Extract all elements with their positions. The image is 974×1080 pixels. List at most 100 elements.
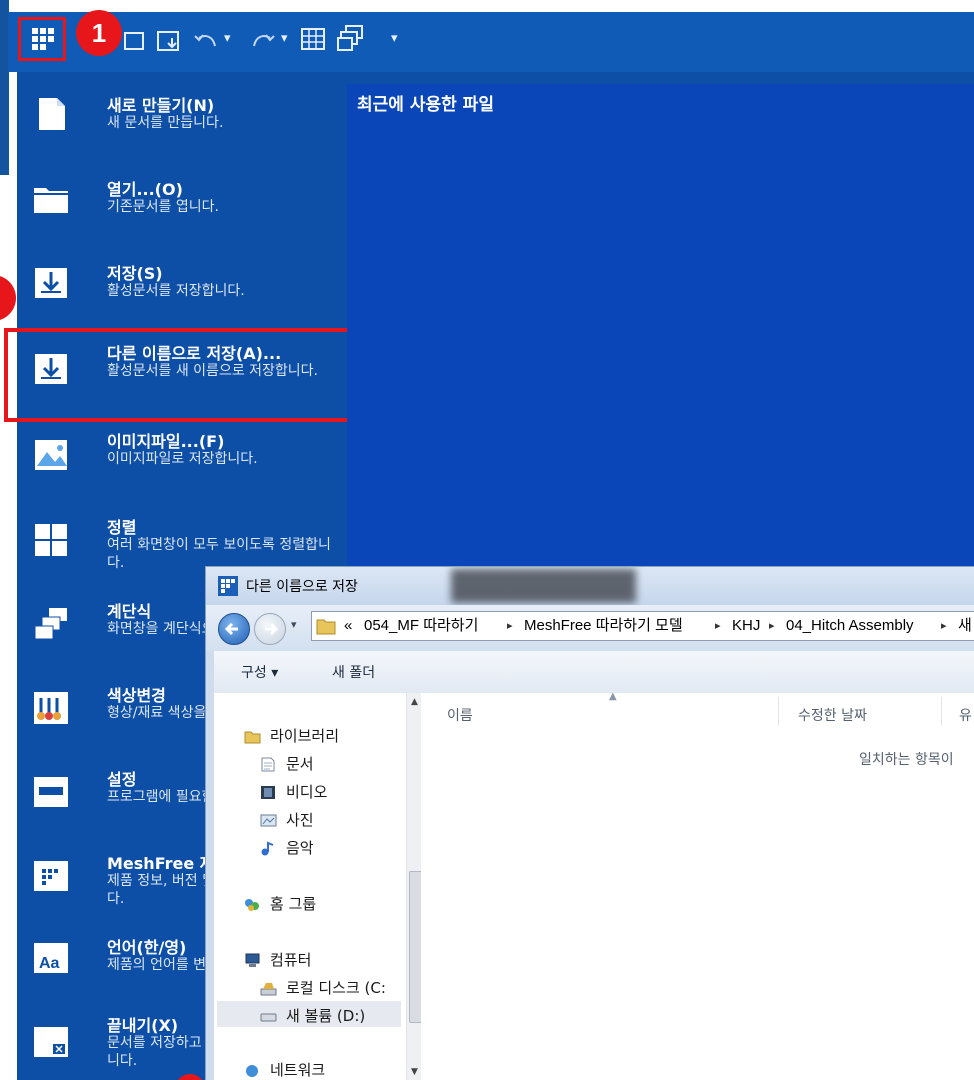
empty-folder-message: 일치하는 항목이 — [859, 752, 954, 768]
breadcrumb-separator-icon[interactable]: ▸ — [507, 612, 513, 640]
menu-item-title: 끝내기(X) — [107, 1016, 179, 1035]
breadcrumb-item[interactable]: 054_MF 따라하기 — [364, 612, 478, 640]
redacted-area — [451, 569, 636, 603]
menu-item-description: 활성문서를 저장합니다. — [107, 283, 245, 299]
column-header-date[interactable]: 수정한 날짜 — [798, 705, 867, 725]
dialog-title: 다른 이름으로 저장 — [246, 579, 358, 595]
menu-item-save[interactable]: 저장(S) 활성문서를 저장합니다. — [17, 252, 347, 322]
computer-icon — [245, 953, 260, 967]
command-bar: 구성 ▾ 새 폴더 — [214, 651, 974, 694]
recent-files-title: 최근에 사용한 파일 — [357, 95, 494, 115]
nav-network[interactable]: 네트워크 — [270, 1059, 325, 1080]
save-icon — [35, 268, 67, 298]
folder-icon — [316, 619, 336, 635]
drive-icon — [260, 1013, 277, 1022]
recent-locations-dropdown-icon[interactable]: ▾ — [291, 618, 297, 631]
scroll-up-icon[interactable]: ▲ — [411, 697, 418, 707]
application-window: ▾ ▾ ▾ 1 새로 만들기(N) 새 문서를 만듭니다. 열기...(O) 기… — [0, 0, 974, 1080]
quick-access-toolbar: ▾ ▾ ▾ — [8, 12, 974, 72]
window-cascade-icon[interactable] — [336, 24, 366, 54]
nav-homegroup[interactable]: 홈 그룹 — [270, 893, 316, 914]
back-arrow-icon — [224, 622, 238, 636]
address-breadcrumb[interactable]: « 054_MF 따라하기 ▸ MeshFree 따라하기 모델 ▸ KHJ ▸… — [311, 611, 974, 641]
save-as-dialog: 다른 이름으로 저장 ▾ « 054_MF 따라하기 ▸ MeshFree 따라… — [205, 566, 974, 1080]
app-grid-icon — [32, 28, 54, 50]
application-menu-button[interactable] — [18, 17, 66, 61]
breadcrumb-separator-icon[interactable]: ▸ — [715, 612, 721, 640]
menu-item-description: 새 문서를 만듭니다. — [107, 115, 224, 131]
nav-new-volume[interactable]: 새 볼륨 (D:) — [286, 1005, 365, 1026]
menu-item-image-file[interactable]: 이미지파일...(F) 이미지파일로 저장합니다. — [17, 424, 347, 494]
language-icon: Aa — [34, 943, 68, 973]
save-toolbar-icon[interactable] — [156, 28, 184, 54]
product-info-icon — [34, 861, 68, 891]
nav-music[interactable]: 음악 — [286, 837, 314, 858]
menu-item-title: 계단식 — [107, 602, 152, 621]
back-button[interactable] — [218, 613, 250, 645]
homegroup-icon — [245, 899, 259, 911]
video-icon — [261, 786, 275, 799]
customize-toolbar-icon[interactable]: ▾ — [391, 9, 398, 69]
undo-icon[interactable] — [191, 26, 221, 54]
cascade-windows-icon — [34, 608, 67, 640]
music-icon — [261, 841, 274, 856]
menu-item-title: 언어(한/영) — [107, 938, 187, 957]
breadcrumb-item[interactable]: KHJ — [732, 612, 760, 640]
menu-item-title: 열기...(O) — [107, 180, 183, 199]
svg-text:Aa: Aa — [39, 955, 60, 972]
menu-item-description: 기존문서를 엽니다. — [107, 199, 219, 215]
new-document-icon — [39, 98, 65, 130]
arrange-windows-icon — [35, 524, 67, 556]
navigation-pane: 라이브러리 문서 비디오 사진 음악 홈 그룹 컴퓨터 로컬 디스크 (C: 새… — [214, 693, 424, 1080]
column-divider[interactable] — [941, 697, 942, 725]
new-file-icon[interactable] — [123, 30, 147, 52]
nav-computer[interactable]: 컴퓨터 — [270, 949, 311, 970]
image-file-icon — [35, 440, 67, 470]
forward-arrow-icon — [265, 622, 279, 636]
libraries-icon — [244, 731, 261, 744]
color-change-icon — [34, 692, 68, 724]
menu-item-title: 정렬 — [107, 518, 137, 537]
scroll-down-icon[interactable]: ▼ — [411, 1067, 418, 1077]
sort-arrow-icon: ▲ — [609, 691, 617, 702]
breadcrumb-overflow[interactable]: « — [344, 612, 352, 640]
menu-item-title: 설정 — [107, 770, 137, 789]
menu-item-new[interactable]: 새로 만들기(N) 새 문서를 만듭니다. — [17, 86, 347, 156]
menu-item-title: 색상변경 — [107, 686, 166, 705]
organize-button[interactable]: 구성 ▾ — [241, 662, 278, 682]
breadcrumb-separator-icon[interactable]: ▸ — [769, 612, 775, 640]
new-folder-button[interactable]: 새 폴더 — [332, 662, 375, 682]
menu-item-open[interactable]: 열기...(O) 기존문서를 엽니다. — [17, 170, 347, 240]
column-header-name[interactable]: 이름 — [447, 705, 473, 725]
network-icon — [246, 1065, 258, 1077]
dialog-title-bar[interactable]: 다른 이름으로 저장 — [206, 567, 974, 605]
step-badge-1: 1 — [76, 10, 122, 56]
table-grid-icon[interactable] — [300, 26, 328, 54]
column-divider[interactable] — [778, 697, 779, 725]
breadcrumb-separator-icon[interactable]: ▸ — [941, 612, 947, 640]
local-disk-icon — [260, 983, 277, 996]
settings-icon — [34, 777, 68, 807]
breadcrumb-item[interactable]: MeshFree 따라하기 모델 — [524, 612, 683, 640]
menu-item-title: 저장(S) — [107, 264, 163, 283]
nav-videos[interactable]: 비디오 — [286, 781, 327, 802]
document-icon — [261, 757, 275, 772]
breadcrumb-item[interactable]: 새 — [958, 612, 972, 640]
menu-item-title: 새로 만들기(N) — [107, 96, 215, 115]
column-header-type[interactable]: 유 — [959, 705, 972, 725]
breadcrumb-item[interactable]: 04_Hitch Assembly — [786, 612, 914, 640]
nav-local-disk[interactable]: 로컬 디스크 (C: — [286, 977, 386, 998]
redo-icon[interactable] — [248, 26, 278, 54]
nav-pictures[interactable]: 사진 — [286, 809, 314, 830]
redo-dropdown-icon[interactable]: ▾ — [281, 9, 288, 69]
nav-documents[interactable]: 문서 — [286, 753, 314, 774]
save-as-highlight — [4, 328, 351, 422]
app-icon — [218, 576, 238, 596]
forward-button[interactable] — [254, 613, 286, 645]
file-list-pane: ▲ 이름 수정한 날짜 유 일치하는 항목이 — [421, 691, 974, 1080]
menu-item-title: 이미지파일...(F) — [107, 432, 225, 451]
exit-icon — [34, 1027, 68, 1057]
undo-dropdown-icon[interactable]: ▾ — [224, 9, 231, 69]
menu-item-description: 이미지파일로 저장합니다. — [107, 451, 258, 467]
nav-libraries[interactable]: 라이브러리 — [270, 725, 339, 746]
